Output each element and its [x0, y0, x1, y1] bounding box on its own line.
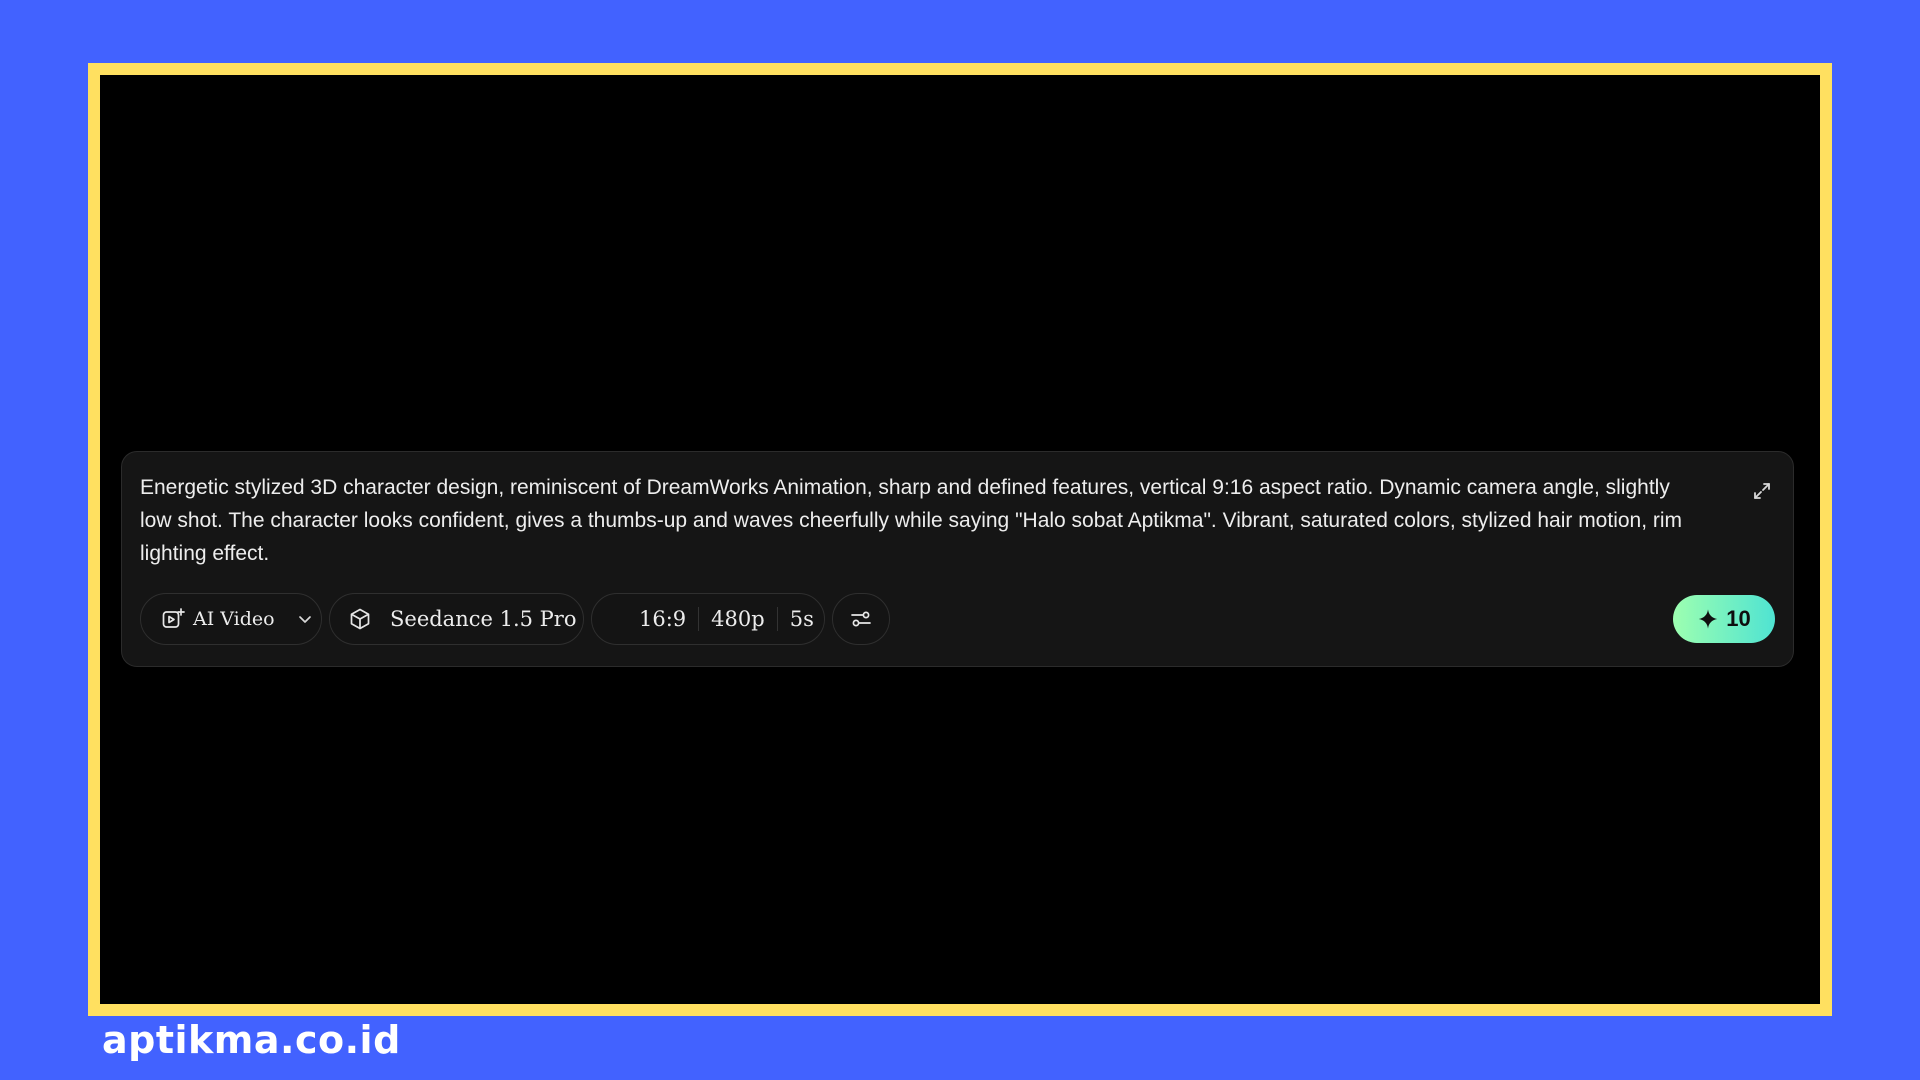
- aspect-ratio: 16:9: [639, 607, 687, 631]
- prompt-input[interactable]: Energetic stylized 3D character design, …: [140, 471, 1705, 570]
- sparkle-icon: [1697, 608, 1719, 630]
- duration: 5s: [776, 607, 826, 631]
- video-add-icon: [161, 607, 185, 631]
- watermark-text: aptikma.co.id: [102, 1018, 401, 1062]
- prompt-toolbar: AI Video Seedance 1.5 Pro 16:9 480p 5s: [140, 592, 890, 646]
- model-label: Seedance 1.5 Pro: [390, 607, 577, 631]
- generation-params[interactable]: 16:9 480p 5s: [591, 593, 825, 645]
- generate-button[interactable]: 10: [1673, 595, 1775, 643]
- chevron-down-icon: [297, 611, 313, 627]
- mode-selector[interactable]: AI Video: [140, 593, 322, 645]
- model-selector[interactable]: Seedance 1.5 Pro: [329, 593, 584, 645]
- cube-icon: [348, 607, 372, 631]
- mode-label: AI Video: [193, 608, 275, 630]
- expand-arrows-icon: [1752, 481, 1772, 501]
- expand-button[interactable]: [1749, 478, 1775, 504]
- prompt-panel: Energetic stylized 3D character design, …: [121, 451, 1794, 667]
- sliders-icon: [849, 607, 873, 631]
- settings-button[interactable]: [832, 593, 890, 645]
- screenshot-frame: Energetic stylized 3D character design, …: [88, 63, 1832, 1016]
- app-screen: Energetic stylized 3D character design, …: [100, 75, 1820, 1004]
- resolution: 480p: [698, 607, 777, 631]
- credits-count: 10: [1726, 606, 1751, 631]
